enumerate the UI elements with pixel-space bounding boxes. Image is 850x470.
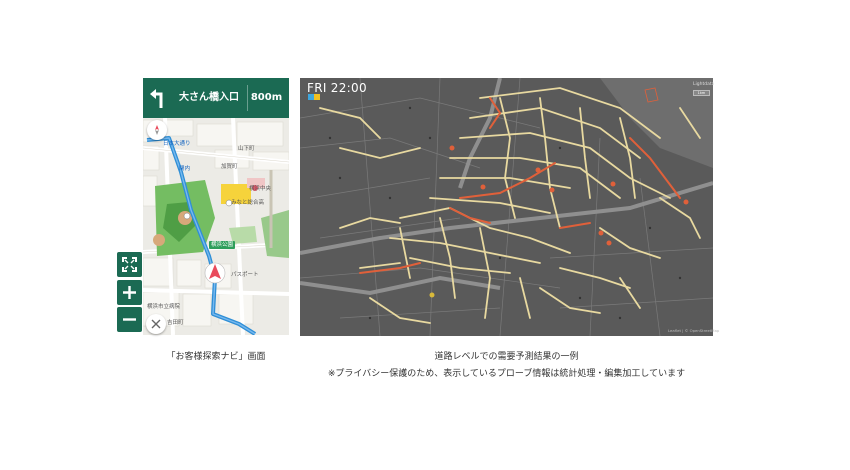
navigation-screen: 日本大通り 山下町 関内 加賀町 横浜中央 みなと総合高 横浜公園 パスポート … xyxy=(143,78,289,335)
turn-left-arrow-icon xyxy=(150,89,163,108)
zoom-in-icon xyxy=(123,286,136,299)
navigation-header: 大さん橋入口 800m xyxy=(143,78,289,118)
time-label: FRI 22:00 xyxy=(307,81,367,95)
close-icon xyxy=(151,319,161,329)
demand-prediction-map[interactable] xyxy=(300,78,713,336)
map-legend: Lightdata xyxy=(693,82,715,87)
destination-label: 大さん橋入口 xyxy=(179,92,239,103)
map-label-station: 関内 xyxy=(179,166,191,172)
compass-button[interactable] xyxy=(147,120,167,140)
distance-label: 800m xyxy=(247,85,285,111)
map-scale: 1km xyxy=(693,90,710,96)
map-attribution: Leaflet | © OpenStreetMap xyxy=(668,328,720,333)
map-label-shop: パスポート xyxy=(231,272,259,278)
fullscreen-button[interactable] xyxy=(117,252,142,277)
zoom-out-button[interactable] xyxy=(117,307,142,332)
fullscreen-icon xyxy=(122,257,137,272)
map-label-yamashita: 山下町 xyxy=(238,146,255,152)
caption-demand-map: 道路レベルでの需要予測結果の一例 xyxy=(434,352,579,362)
map-label-kanagawa: 加賀町 xyxy=(221,164,238,170)
zoom-out-icon xyxy=(123,318,136,321)
map-label-yoshida: 吉田町 xyxy=(167,320,184,326)
compass-icon xyxy=(155,125,159,135)
caption-privacy-note: ※プライバシー保護のため、表示しているプローブ情報は統計処理・編集加工しています xyxy=(327,369,686,379)
close-button[interactable] xyxy=(146,314,166,334)
demand-map-canvas xyxy=(300,78,713,336)
zoom-in-button[interactable] xyxy=(117,280,142,305)
map-label-street: 日本大通り xyxy=(163,141,191,147)
map-label-yokohama-chuka: 横浜中央 xyxy=(249,186,272,192)
caption-navigation: 「お客様探索ナビ」画面 xyxy=(166,352,266,362)
current-location-arrow-icon xyxy=(204,262,226,284)
map-label-hospital: 横浜市立病院 xyxy=(147,304,181,310)
navigation-map[interactable] xyxy=(143,118,289,335)
map-label-park: 横浜公園 xyxy=(209,241,236,249)
map-label-minato: みなと総合高 xyxy=(231,200,265,206)
